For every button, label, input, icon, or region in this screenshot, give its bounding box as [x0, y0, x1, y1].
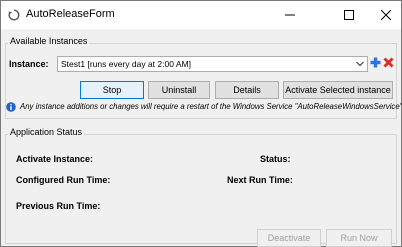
title-bar: AutoReleaseForm — [1, 1, 401, 29]
chevron-down-icon — [356, 61, 364, 67]
details-button[interactable]: Details — [215, 81, 279, 99]
application-status-title: Application Status — [8, 127, 85, 137]
available-instances-title: Available Instances — [8, 36, 90, 46]
configured-run-time-label: Configured Run Time: — [16, 175, 111, 185]
deactivate-button[interactable]: Deactivate — [257, 229, 321, 247]
stop-button[interactable]: Stop — [80, 81, 144, 99]
uninstall-button[interactable]: Uninstall — [148, 81, 210, 99]
maximize-icon — [343, 10, 354, 20]
instance-select-value: Stest1 [runs every day at 2:00 AM] — [61, 59, 191, 69]
close-button[interactable] — [363, 1, 402, 29]
app-icon — [8, 9, 20, 21]
instance-select[interactable]: Stest1 [runs every day at 2:00 AM] — [57, 56, 368, 72]
minimize-icon — [284, 14, 295, 16]
main-window: AutoReleaseForm Available Instances Inst… — [0, 0, 402, 247]
run-now-button[interactable]: Run Now — [326, 229, 392, 247]
previous-run-time-label: Previous Run Time: — [16, 201, 101, 211]
plus-icon[interactable] — [370, 57, 381, 68]
status-label: Status: — [260, 154, 291, 164]
application-status-group — [5, 134, 397, 244]
x-icon[interactable] — [383, 57, 394, 68]
restart-note: Any instance additions or changes will r… — [20, 102, 402, 111]
close-icon — [380, 10, 391, 20]
info-icon — [6, 102, 16, 112]
activate-selected-button[interactable]: Activate Selected instance — [283, 81, 393, 99]
activate-instance-label: Activate Instance: — [16, 154, 94, 164]
window-title: AutoReleaseForm — [26, 8, 115, 20]
minimize-button[interactable] — [267, 1, 312, 29]
instance-label: Instance: — [9, 59, 49, 69]
next-run-time-label: Next Run Time: — [227, 175, 293, 185]
